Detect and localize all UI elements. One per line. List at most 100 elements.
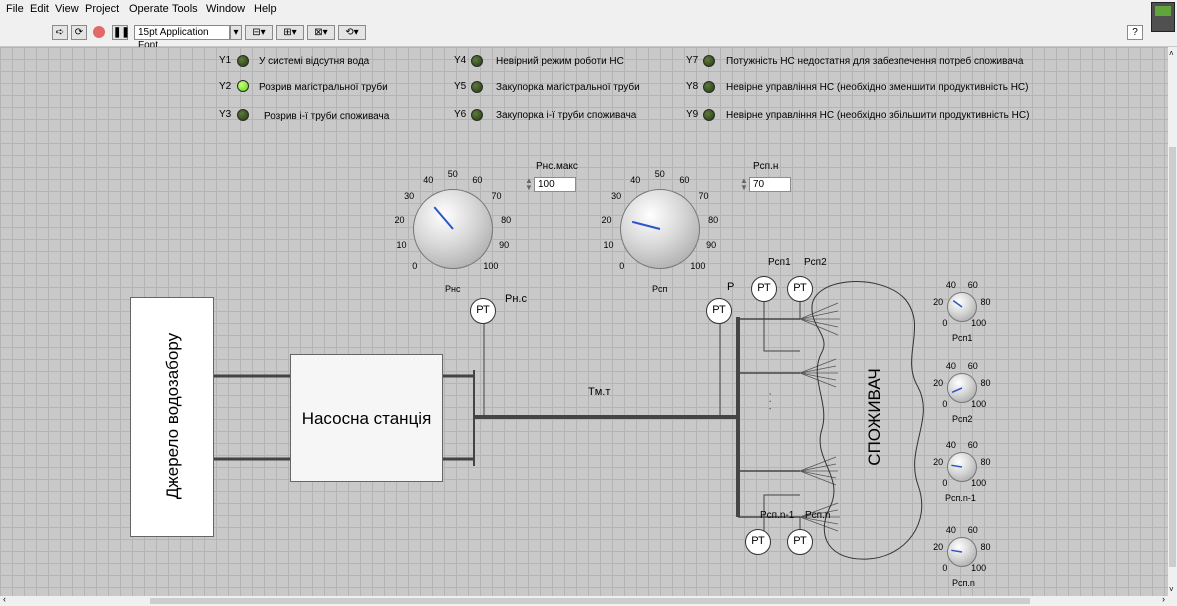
- knob-tick-label: 40: [630, 174, 641, 185]
- abort-icon[interactable]: [91, 25, 107, 40]
- knob-tick-label: 70: [491, 191, 502, 202]
- knob-tick-label: 100: [971, 562, 987, 573]
- scroll-up-icon[interactable]: ˄: [1169, 49, 1174, 58]
- knob-tick-label: 0: [942, 477, 948, 488]
- resize-objects-icon[interactable]: ⊠▾: [307, 25, 335, 40]
- vertical-scrollbar[interactable]: ˄ ˅: [1168, 47, 1177, 596]
- horizontal-scroll-thumb[interactable]: [150, 598, 1030, 604]
- font-selector[interactable]: 15pt Application Font: [134, 25, 230, 51]
- menu-edit[interactable]: Edit: [30, 3, 49, 15]
- knob-tick-label: 70: [698, 191, 709, 202]
- toolbar: ➪ ⟳ ❚❚ 15pt Application Font ▾ ⊟▾ ⊞▾ ⊠▾ …: [0, 2, 1177, 51]
- pressure-sensor-1: РТ: [751, 276, 777, 302]
- distribute-objects-icon[interactable]: ⊞▾: [276, 25, 304, 40]
- knob-tick-label: 30: [404, 191, 415, 202]
- knob-tick-label: 0: [412, 261, 418, 272]
- knob-tick-label: 90: [706, 239, 717, 250]
- knob-tick-label: 0: [942, 562, 948, 573]
- knob-tick-label: 40: [945, 279, 956, 290]
- menu-bar: File Edit View Project Operate Tools Win…: [0, 0, 1177, 20]
- knob-tick-label: 100: [971, 477, 987, 488]
- knob-pcpn-label: Рсп.n: [952, 578, 975, 588]
- pressure-label-n: Pсп.n: [805, 510, 831, 521]
- pressure-sensor-ns: РТ: [470, 298, 496, 324]
- knob-tick-label: 20: [933, 457, 944, 468]
- pressure-sensor-main-end: РТ: [706, 298, 732, 324]
- knob-tick-label: 20: [933, 542, 944, 553]
- pressure-sensor-2: РТ: [787, 276, 813, 302]
- vertical-scroll-thumb[interactable]: [1169, 147, 1176, 567]
- knob-tick-label: 60: [967, 360, 978, 371]
- knob-tick-label: 90: [499, 239, 510, 250]
- knob-tick-label: 20: [933, 297, 944, 308]
- knob-tick-label: 80: [501, 214, 512, 225]
- pump-station-label: Насосна станція: [301, 409, 432, 428]
- knob-tick-label: 50: [447, 169, 458, 179]
- knob-pnc-pointer: [433, 206, 454, 230]
- knob-tick-label: 40: [423, 174, 434, 185]
- main-pipe-label: Tм.т: [588, 386, 611, 398]
- knob-tick-label: 80: [980, 542, 991, 553]
- knob-tick-label: 100: [971, 398, 987, 409]
- pause-icon[interactable]: ❚❚: [112, 25, 130, 40]
- run-arrow-icon[interactable]: ➪: [52, 25, 68, 40]
- menu-tools[interactable]: Tools: [172, 3, 198, 15]
- knob-tick-label: 10: [396, 239, 407, 250]
- menu-project[interactable]: Project: [85, 3, 119, 15]
- knob-tick-label: 20: [394, 214, 405, 225]
- knob-tick-label: 10: [603, 239, 614, 250]
- pressure-label-n-1: Pсп.n-1: [760, 510, 795, 521]
- font-dropdown-icon[interactable]: ▾: [230, 25, 242, 40]
- knob-pcp1-label: Рсп1: [952, 333, 973, 343]
- knob-tick-label: 100: [971, 317, 987, 328]
- water-source-label: Джерело водозабору: [163, 332, 182, 500]
- knob-pcpn1-label: Рсп.n-1: [945, 493, 976, 503]
- knob-tick-label: 60: [967, 524, 978, 535]
- pressure-label-2: Pсп2: [804, 257, 827, 268]
- knob-tick-label: 0: [619, 261, 625, 272]
- knob-tick-label: 0: [942, 317, 948, 328]
- scroll-down-icon[interactable]: ˅: [1169, 585, 1174, 594]
- horizontal-scrollbar[interactable]: ‹ ›: [0, 594, 1168, 606]
- menu-operate[interactable]: Operate: [129, 3, 169, 15]
- vi-icon: [1151, 2, 1175, 32]
- knob-tick-label: 20: [933, 378, 944, 389]
- pressure-label-1: Pсп1: [768, 257, 791, 268]
- knob-tick-label: 80: [708, 214, 719, 225]
- knob-tick-label: 60: [967, 439, 978, 450]
- knob-tick-label: 60: [967, 279, 978, 290]
- knob-pcp-label: Рсп: [652, 284, 668, 294]
- menu-view[interactable]: View: [55, 3, 79, 15]
- knob-tick-label: 40: [945, 524, 956, 535]
- scroll-right-icon[interactable]: ›: [1162, 594, 1165, 604]
- knob-tick-label: 80: [980, 457, 991, 468]
- water-source-box: Джерело водозабору: [130, 297, 214, 537]
- consumer-label: СПОЖИВАЧ: [865, 368, 884, 466]
- front-panel: Y1 У системі відсутня вода Y2 Розрив маг…: [0, 47, 1168, 596]
- pump-station-box: Насосна станція: [290, 354, 443, 482]
- knob-pcp2-label: Рсп2: [952, 414, 973, 424]
- align-objects-icon[interactable]: ⊟▾: [245, 25, 273, 40]
- pressure-sensor-n-1: РТ: [745, 529, 771, 555]
- run-continuously-icon[interactable]: ⟳: [71, 25, 87, 40]
- reorder-icon[interactable]: ⟲▾: [338, 25, 366, 40]
- branch-ellipsis: · · ·: [764, 392, 778, 411]
- knob-tick-label: 40: [945, 439, 956, 450]
- knob-tick-label: 80: [980, 378, 991, 389]
- knob-tick-label: 0: [942, 398, 948, 409]
- knob-tick-label: 30: [611, 191, 622, 202]
- knob-tick-label: 60: [472, 174, 483, 185]
- knob-tick-label: 100: [690, 261, 706, 272]
- pressure-sensor-n: РТ: [787, 529, 813, 555]
- context-help-icon[interactable]: ?: [1127, 25, 1143, 40]
- knob-pcp-pointer: [631, 220, 661, 230]
- knob-tick-label: 20: [601, 214, 612, 225]
- menu-help[interactable]: Help: [254, 3, 277, 15]
- knob-tick-label: 80: [980, 297, 991, 308]
- pressure-label-main-end: P: [727, 281, 735, 293]
- scroll-left-icon[interactable]: ‹: [3, 594, 6, 604]
- knob-tick-label: 40: [945, 360, 956, 371]
- menu-file[interactable]: File: [6, 3, 24, 15]
- menu-window[interactable]: Window: [206, 3, 245, 15]
- knob-tick-label: 60: [679, 174, 690, 185]
